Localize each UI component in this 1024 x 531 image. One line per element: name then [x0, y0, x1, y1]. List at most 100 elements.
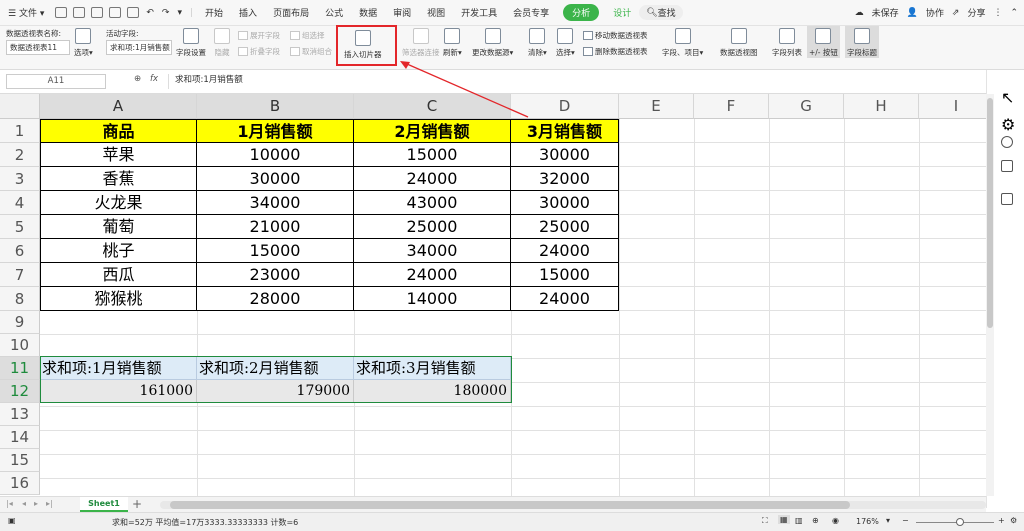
save-icon[interactable]	[73, 7, 86, 18]
tab-member[interactable]: 会员专享	[505, 6, 557, 19]
table-cell[interactable]: 15000	[354, 143, 511, 167]
hide-button[interactable]: 隐藏	[214, 28, 230, 58]
table-cell[interactable]: 西瓜	[40, 263, 197, 287]
zoom-formula-icon[interactable]: ⊕	[134, 74, 141, 84]
table-cell[interactable]: 15000	[197, 239, 354, 263]
table-cell[interactable]: 30000	[511, 191, 619, 215]
page-layout-view-icon[interactable]: ▥	[795, 516, 803, 525]
sheet-tab-sheet1[interactable]: Sheet1	[80, 497, 128, 512]
formula-input[interactable]: 求和项:1月销售额	[168, 74, 990, 89]
collapse-ribbon-icon[interactable]: ⌃	[1010, 8, 1018, 18]
field-headers-toggle[interactable]: 字段标题	[845, 26, 879, 58]
active-field-input[interactable]: 求和项:1月销售额	[106, 40, 172, 55]
refresh-button[interactable]: 刷新▾	[443, 28, 462, 58]
table-cell[interactable]: 43000	[354, 191, 511, 215]
menu-more-icon[interactable]: ⋮	[993, 8, 1002, 18]
table-cell[interactable]: 苹果	[40, 143, 197, 167]
row-header-5[interactable]: 5	[0, 215, 40, 239]
row-header-1[interactable]: 1	[0, 119, 40, 143]
select-button[interactable]: 选择▾	[556, 28, 575, 58]
zoom-in-icon[interactable]: +	[998, 516, 1005, 525]
settings-icon[interactable]: ⚙	[1001, 115, 1015, 134]
column-header-h[interactable]: H	[844, 94, 919, 119]
column-header-a[interactable]: A	[40, 94, 197, 119]
table-cell[interactable]: 25000	[354, 215, 511, 239]
fx-icon[interactable]: fx	[150, 74, 158, 84]
tab-design[interactable]: 设计	[605, 6, 639, 19]
tab-formulas[interactable]: 公式	[317, 6, 351, 19]
column-header-g[interactable]: G	[769, 94, 844, 119]
table-cell[interactable]: 24000	[354, 263, 511, 287]
pivot-header-jan[interactable]: 求和项:1月销售额	[40, 357, 197, 380]
column-header-b[interactable]: B	[197, 94, 354, 119]
table-cell[interactable]: 14000	[354, 287, 511, 311]
share-label[interactable]: 分享	[967, 6, 985, 19]
zoom-level[interactable]: 176%	[856, 517, 879, 526]
tab-insert[interactable]: 插入	[231, 6, 265, 19]
delete-pivot-button[interactable]: 删除数据透视表	[583, 46, 648, 57]
status-mode-icon[interactable]: ▣	[8, 516, 16, 525]
row-header-12[interactable]: 12	[0, 380, 40, 403]
tab-data[interactable]: 数据	[351, 6, 385, 19]
header-cell-feb[interactable]: 2月销售额	[354, 119, 511, 143]
zoom-slider-thumb[interactable]	[956, 518, 964, 526]
redo-icon[interactable]: ↷	[162, 8, 170, 18]
select-all-corner[interactable]	[0, 94, 40, 119]
table-cell[interactable]: 葡萄	[40, 215, 197, 239]
table-cell[interactable]: 30000	[197, 167, 354, 191]
horizontal-scroll-thumb[interactable]	[170, 501, 850, 509]
table-cell[interactable]: 火龙果	[40, 191, 197, 215]
group-select-button[interactable]: 组选择	[290, 30, 325, 41]
tab-developer[interactable]: 开发工具	[453, 6, 505, 19]
page-break-view-icon[interactable]: ⊕	[812, 516, 819, 525]
table-cell[interactable]: 28000	[197, 287, 354, 311]
pointer-icon[interactable]: ↖	[1001, 88, 1014, 107]
table-cell[interactable]: 10000	[197, 143, 354, 167]
table-cell[interactable]: 34000	[197, 191, 354, 215]
collapse-field-button[interactable]: 折叠字段	[238, 46, 280, 57]
table-cell[interactable]: 30000	[511, 143, 619, 167]
tab-view[interactable]: 视图	[419, 6, 453, 19]
zoom-dropdown-icon[interactable]: ▾	[886, 516, 890, 525]
more-icon[interactable]: ▾	[177, 8, 182, 18]
table-cell[interactable]: 桃子	[40, 239, 197, 263]
sheet-nav-last-icon[interactable]: ▸|	[46, 499, 53, 508]
status-summary[interactable]: 求和=52万 平均值=17万3333.33333333 计数=6	[112, 517, 298, 528]
spreadsheet-grid[interactable]: A B C D E F G H I 1 2 3 4 5 6 7 8 9 10 1…	[0, 94, 986, 496]
column-header-f[interactable]: F	[694, 94, 769, 119]
field-settings-button[interactable]: 字段设置	[176, 28, 206, 58]
header-cell-product[interactable]: 商品	[40, 119, 197, 143]
pivot-name-input[interactable]: 数据透视表11	[6, 40, 70, 55]
pivot-header-feb[interactable]: 求和项:2月销售额	[197, 357, 354, 380]
tab-analyze[interactable]: 分析	[563, 4, 600, 21]
fields-items-button[interactable]: 字段、项目▾	[662, 28, 703, 58]
table-cell[interactable]: 25000	[511, 215, 619, 239]
row-header-6[interactable]: 6	[0, 239, 40, 263]
column-header-d[interactable]: D	[511, 94, 619, 119]
pivot-value-jan[interactable]: 161000	[40, 380, 197, 403]
row-header-3[interactable]: 3	[0, 167, 40, 191]
move-pivot-button[interactable]: 移动数据透视表	[583, 30, 648, 41]
file-menu[interactable]: ☰ 文件 ▾	[0, 6, 52, 19]
print-preview-icon[interactable]	[127, 7, 140, 18]
table-cell[interactable]: 24000	[511, 239, 619, 263]
settings-corner-icon[interactable]: ⚙	[1010, 516, 1017, 525]
tab-page-layout[interactable]: 页面布局	[265, 6, 317, 19]
column-header-e[interactable]: E	[619, 94, 694, 119]
sheet-nav-next-icon[interactable]: ▸	[34, 499, 38, 508]
row-header-16[interactable]: 16	[0, 472, 40, 495]
collab-label[interactable]: 协作	[926, 6, 944, 19]
header-cell-jan[interactable]: 1月销售额	[197, 119, 354, 143]
row-header-10[interactable]: 10	[0, 334, 40, 357]
export-icon[interactable]	[91, 7, 104, 18]
change-source-button[interactable]: 更改数据源▾	[472, 28, 513, 58]
new-doc-icon[interactable]	[55, 7, 68, 18]
row-header-7[interactable]: 7	[0, 263, 40, 287]
add-sheet-button[interactable]: +	[132, 497, 142, 511]
help-icon[interactable]	[1001, 136, 1013, 148]
row-header-4[interactable]: 4	[0, 191, 40, 215]
search-box[interactable]: 🔍︎ 查找	[639, 5, 683, 20]
table-cell[interactable]: 32000	[511, 167, 619, 191]
vertical-scroll-thumb[interactable]	[987, 98, 993, 328]
row-header-15[interactable]: 15	[0, 449, 40, 472]
